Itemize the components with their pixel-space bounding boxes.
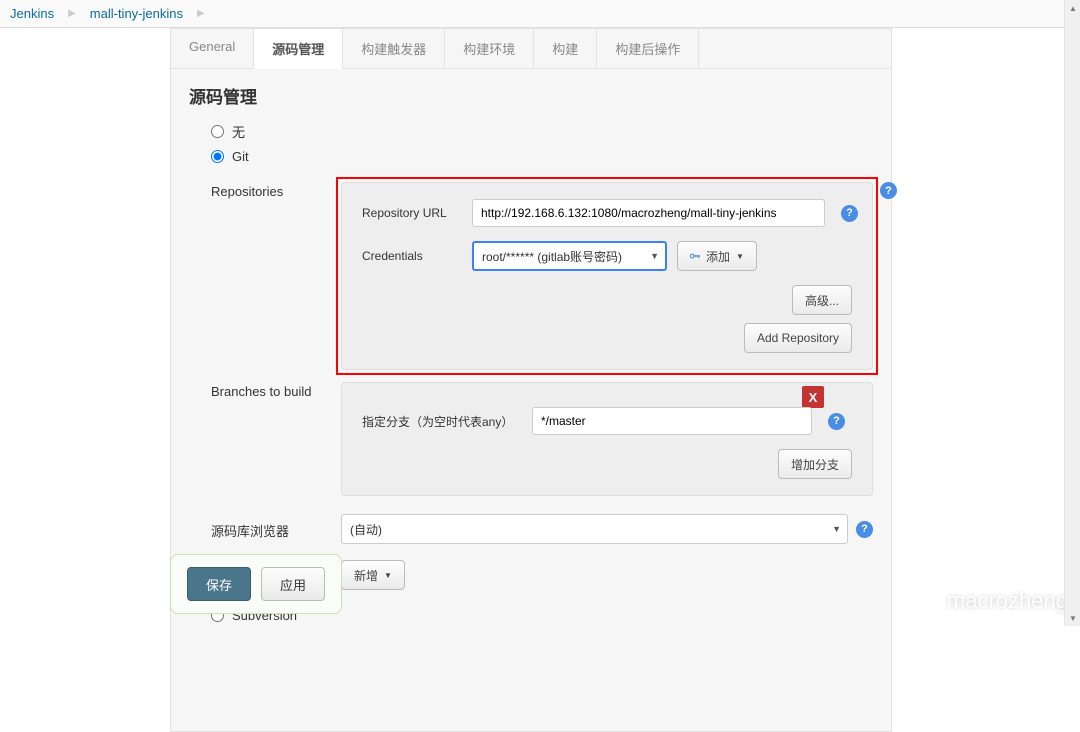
- footer-action-bar: 保存 应用: [170, 554, 342, 614]
- chevron-down-icon: ▼: [384, 571, 392, 580]
- help-icon[interactable]: ?: [880, 182, 897, 199]
- tab-build[interactable]: 构建: [534, 29, 597, 68]
- branch-specifier-input[interactable]: [532, 407, 812, 435]
- add-cred-label: 添加: [706, 248, 730, 265]
- help-icon[interactable]: ?: [828, 413, 845, 430]
- scroll-up-icon[interactable]: ▲: [1065, 0, 1080, 16]
- apply-button[interactable]: 应用: [261, 567, 325, 601]
- chevron-right-icon: ▶: [197, 8, 205, 19]
- repo-browser-select[interactable]: (自动) ▼: [341, 514, 848, 544]
- help-icon[interactable]: ?: [841, 205, 858, 222]
- watermark: macrozheng: [903, 586, 1068, 616]
- scm-git-input[interactable]: [211, 150, 224, 163]
- scrollbar-vertical[interactable]: ▲ ▼: [1064, 0, 1080, 626]
- branches-group: Branches to build X 指定分支（为空时代表any） ? 增加分…: [189, 382, 873, 496]
- save-button[interactable]: 保存: [187, 567, 251, 601]
- repo-browser-group: 源码库浏览器 (自动) ▼ ?: [189, 514, 873, 544]
- chevron-down-icon: ▼: [650, 251, 659, 261]
- scroll-down-icon[interactable]: ▼: [1065, 610, 1080, 626]
- tab-scm[interactable]: 源码管理: [254, 29, 343, 69]
- branch-specifier-label: 指定分支（为空时代表any）: [362, 413, 532, 430]
- config-tabs: General 源码管理 构建触发器 构建环境 构建 构建后操作: [170, 28, 892, 68]
- delete-branch-button[interactable]: X: [802, 386, 824, 408]
- branches-label: Branches to build: [211, 382, 341, 496]
- credentials-select[interactable]: root/****** (gitlab账号密码) ▼: [472, 241, 667, 271]
- repo-browser-value: (自动): [350, 521, 382, 538]
- advanced-button[interactable]: 高级...: [792, 285, 852, 315]
- tab-general[interactable]: General: [171, 29, 254, 68]
- repo-url-input[interactable]: [472, 199, 825, 227]
- repo-url-label: Repository URL: [362, 206, 472, 220]
- breadcrumb-project[interactable]: mall-tiny-jenkins: [90, 6, 183, 21]
- tab-post-build[interactable]: 构建后操作: [597, 29, 699, 68]
- add-credentials-button[interactable]: 添加 ▼: [677, 241, 757, 271]
- repositories-group: Repositories ? Repository URL ? Credenti…: [189, 182, 873, 370]
- scm-none-input[interactable]: [211, 125, 224, 138]
- scm-none-radio[interactable]: 无: [211, 122, 873, 141]
- add-behaviour-button[interactable]: 新增 ▼: [341, 560, 405, 590]
- add-repository-button[interactable]: Add Repository: [744, 323, 852, 353]
- scm-git-radio[interactable]: Git: [211, 149, 873, 164]
- chevron-down-icon: ▼: [832, 524, 841, 534]
- credentials-value: root/****** (gitlab账号密码): [482, 248, 622, 265]
- chevron-right-icon: ▶: [68, 8, 76, 19]
- repositories-label: Repositories: [211, 182, 341, 370]
- main-content: General 源码管理 构建触发器 构建环境 构建 构建后操作 源码管理 无 …: [0, 28, 908, 732]
- add-behaviour-label: 新增: [354, 567, 378, 584]
- section-title: 源码管理: [189, 83, 873, 108]
- chevron-down-icon: ▼: [736, 252, 744, 261]
- scm-git-label: Git: [232, 149, 249, 164]
- add-branch-button[interactable]: 增加分支: [778, 449, 852, 479]
- tab-build-env[interactable]: 构建环境: [445, 29, 534, 68]
- tab-triggers[interactable]: 构建触发器: [343, 29, 445, 68]
- credentials-label: Credentials: [362, 249, 472, 263]
- scm-none-label: 无: [232, 122, 245, 141]
- watermark-text: macrozheng: [947, 588, 1068, 614]
- help-icon[interactable]: ?: [856, 521, 873, 538]
- breadcrumb: Jenkins ▶ mall-tiny-jenkins ▶: [0, 0, 1080, 28]
- repo-browser-label: 源码库浏览器: [211, 519, 341, 540]
- key-icon: [690, 252, 702, 260]
- wechat-icon: [903, 586, 939, 616]
- config-pane: 源码管理 无 Git Repositories ? Repository URL…: [170, 68, 892, 732]
- breadcrumb-jenkins[interactable]: Jenkins: [10, 6, 54, 21]
